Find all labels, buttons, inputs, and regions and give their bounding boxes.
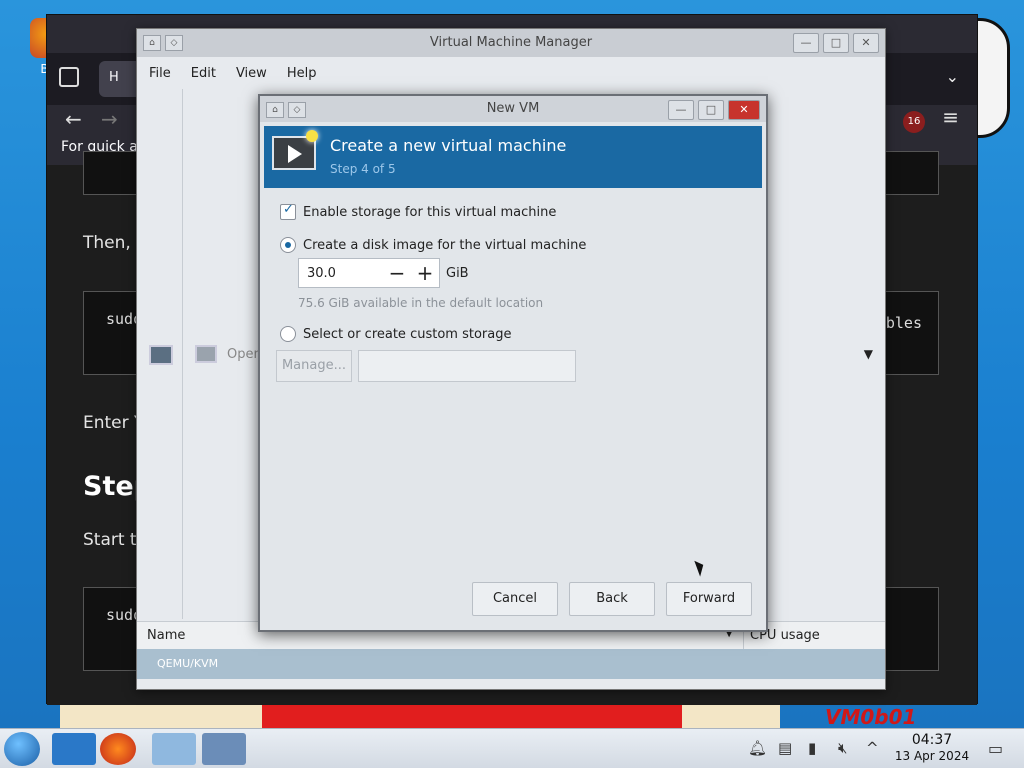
open-vm-icon[interactable] <box>195 345 217 363</box>
new-vm-icon[interactable] <box>149 345 173 365</box>
bell-icon[interactable]: 🔔︎ <box>748 739 767 757</box>
extension-badge[interactable]: 16 <box>903 111 925 133</box>
connection-row[interactable]: QEMU/KVM <box>137 649 885 679</box>
create-disk-label: Create a disk image for the virtual mach… <box>303 237 587 253</box>
taskbar: 🔔︎ ▤ ▮ 🔇︎ ^ 04:37 13 Apr 2024 ▭ <box>0 728 1024 768</box>
minimize-button[interactable]: — <box>668 100 694 120</box>
window-menu-icon[interactable]: ⌂ <box>266 102 284 118</box>
back-button[interactable]: Back <box>569 582 655 616</box>
maximize-button[interactable]: □ <box>698 100 724 120</box>
window-left-controls: ⌂ ◇ <box>143 35 183 51</box>
plus-icon[interactable]: + <box>411 260 439 286</box>
custom-storage-radio[interactable] <box>280 326 296 342</box>
chevron-down-icon[interactable]: ⌄ <box>946 67 959 86</box>
battery-icon[interactable]: ▮ <box>808 739 816 757</box>
disk-size-input[interactable]: 30.0 <box>299 266 383 281</box>
close-button[interactable]: ✕ <box>853 33 879 53</box>
open-label: Open <box>227 347 262 362</box>
clipboard-icon[interactable]: ▤ <box>778 739 792 757</box>
firefox-icon[interactable] <box>100 733 136 765</box>
dialog-title: New VM <box>486 101 540 116</box>
forward-button[interactable]: Forward <box>666 582 752 616</box>
paragraph-text: Then, r <box>83 233 144 253</box>
pin-icon[interactable]: ◇ <box>288 102 306 118</box>
hamburger-menu-icon[interactable]: ≡ <box>942 105 959 129</box>
wizard-header: Create a new virtual machine Step 4 of 5 <box>264 126 762 188</box>
settings-icon[interactable] <box>152 733 196 765</box>
dialog-titlebar[interactable]: ⌂ ◇ New VM — □ ✕ <box>260 96 766 122</box>
start-button[interactable] <box>4 732 40 766</box>
clock-time: 04:37 <box>911 732 953 748</box>
minus-icon[interactable]: − <box>383 260 411 286</box>
window-menu-icon[interactable]: ⌂ <box>143 35 161 51</box>
window-controls: — □ ✕ <box>793 33 879 53</box>
wallpaper-text: VM0b01 <box>825 705 917 728</box>
create-disk-radio[interactable] <box>280 237 296 253</box>
clock-date: 13 Apr 2024 <box>894 749 970 763</box>
pin-icon[interactable]: ◇ <box>165 35 183 51</box>
custom-storage-option[interactable]: Select or create custom storage <box>280 326 511 342</box>
menu-edit[interactable]: Edit <box>191 66 216 81</box>
disk-size-stepper[interactable]: 30.0 − + <box>298 258 440 288</box>
enable-storage-label: Enable storage for this virtual machine <box>303 204 557 220</box>
minimize-button[interactable]: — <box>793 33 819 53</box>
virt-manager-icon[interactable] <box>202 733 246 765</box>
new-vm-dialog: ⌂ ◇ New VM — □ ✕ Create a new virtual ma… <box>258 94 768 632</box>
cancel-button[interactable]: Cancel <box>472 582 558 616</box>
enable-storage-checkbox[interactable] <box>280 202 296 220</box>
vmm-title: Virtual Machine Manager <box>429 35 593 50</box>
volume-muted-icon[interactable]: 🔇︎ <box>838 739 847 757</box>
enable-storage-option[interactable]: Enable storage for this virtual machine <box>280 202 557 220</box>
vmm-titlebar[interactable]: ⌂ ◇ Virtual Machine Manager — □ ✕ <box>137 29 885 57</box>
available-space-text: 75.6 GiB available in the default locati… <box>298 296 544 310</box>
wizard-step: Step 4 of 5 <box>330 162 396 176</box>
show-desktop-icon[interactable]: ▭ <box>988 739 1003 758</box>
vmm-menubar: File Edit View Help <box>137 57 885 89</box>
custom-storage-label: Select or create custom storage <box>303 326 512 342</box>
new-sparkle-icon <box>306 130 318 142</box>
storage-path-input[interactable] <box>358 350 576 382</box>
maximize-button[interactable]: □ <box>823 33 849 53</box>
dropdown-arrow-icon[interactable]: ▼ <box>864 347 873 361</box>
forward-arrow-icon[interactable]: → <box>101 107 118 131</box>
menu-file[interactable]: File <box>149 66 171 81</box>
close-button[interactable]: ✕ <box>728 100 760 120</box>
chevron-up-icon[interactable]: ^ <box>866 739 879 757</box>
clock[interactable]: 04:37 13 Apr 2024 <box>894 732 970 764</box>
file-manager-icon[interactable] <box>52 733 96 765</box>
menu-help[interactable]: Help <box>287 66 317 81</box>
dialog-window-controls: — □ ✕ <box>668 100 760 120</box>
back-arrow-icon[interactable]: ← <box>65 107 82 131</box>
menu-view[interactable]: View <box>236 66 267 81</box>
disk-size-unit: GiB <box>446 266 469 281</box>
library-icon[interactable] <box>59 67 79 87</box>
wizard-title: Create a new virtual machine <box>330 136 567 155</box>
create-disk-option[interactable]: Create a disk image for the virtual mach… <box>280 237 586 253</box>
window-left-controls: ⌂ ◇ <box>266 102 306 118</box>
manage-button[interactable]: Manage... <box>276 350 352 382</box>
vmm-toolbar <box>137 89 217 619</box>
